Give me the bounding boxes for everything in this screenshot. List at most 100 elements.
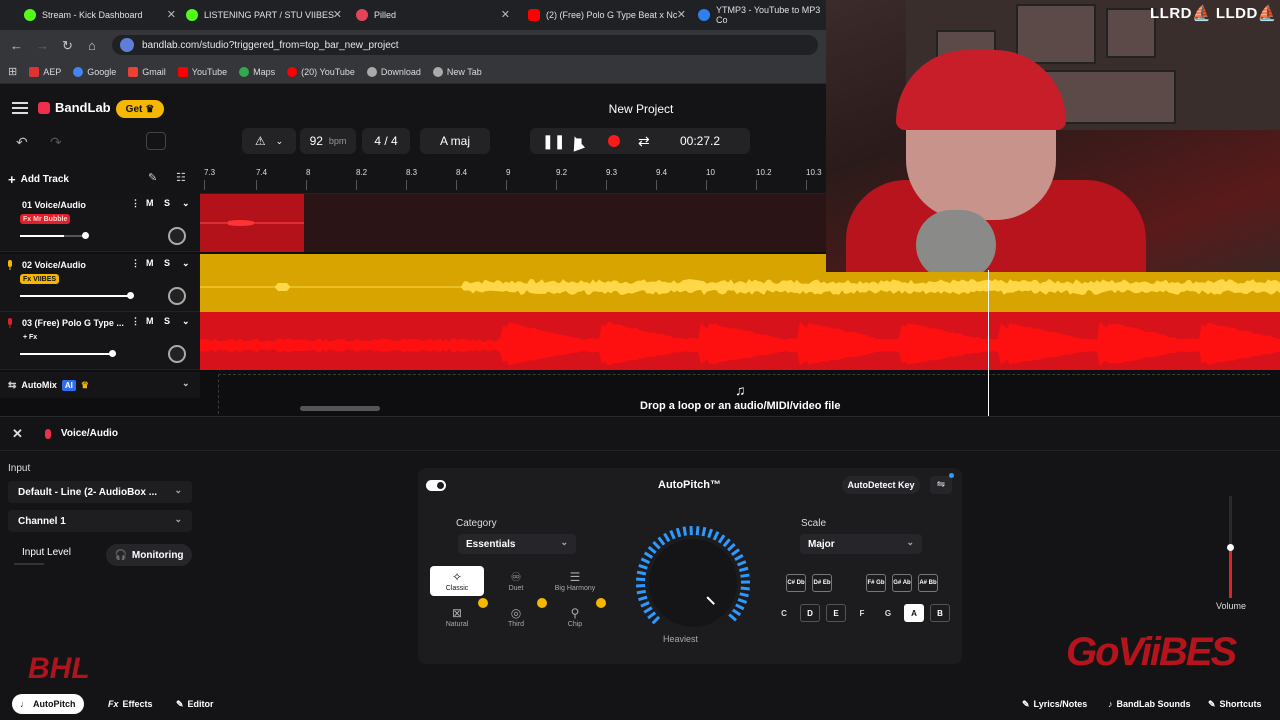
playhead[interactable] (988, 270, 989, 416)
monitoring-button[interactable]: 🎧 Monitoring (106, 544, 192, 566)
solo-button[interactable]: S (164, 258, 170, 268)
close-icon[interactable]: ✕ (12, 426, 23, 442)
autopitch-toggle[interactable] (426, 480, 446, 491)
back-icon[interactable]: ← (10, 38, 23, 53)
key-field[interactable]: A maj (420, 128, 490, 154)
sharp-key[interactable]: A# Bb (918, 574, 938, 592)
category-select[interactable]: Essentials ⌄ (458, 534, 576, 554)
shortcuts-button[interactable]: ✎ Shortcuts (1200, 694, 1270, 714)
url-field[interactable]: bandlab.com/studio?triggered_from=top_ba… (112, 35, 818, 55)
settings-sliders-icon[interactable]: ⇋ (930, 473, 954, 494)
autodetect-key-button[interactable]: AutoDetect Key (842, 476, 920, 494)
solo-button[interactable]: S (164, 316, 170, 326)
track-menu-icon[interactable]: ⋮ (131, 198, 140, 209)
reload-icon[interactable]: ↻ (62, 38, 73, 54)
mute-button[interactable]: M (146, 198, 154, 208)
bookmark[interactable]: Download (366, 66, 421, 77)
loop-icon[interactable]: ⇄ (638, 133, 650, 150)
close-tab-icon[interactable]: ✕ (677, 8, 686, 21)
input-device-select[interactable]: Default - Line (2- AudioBox ... ⌄ (8, 481, 192, 503)
preset-big-harmony[interactable]: ☰ Big Harmony (548, 566, 602, 596)
screen-icon[interactable] (146, 132, 166, 150)
add-fx-button[interactable]: + Fx (20, 332, 40, 342)
track-lane-3[interactable] (200, 312, 1280, 370)
preset-chip[interactable]: ⚲ Chip (548, 602, 602, 632)
lyrics-notes-button[interactable]: ✎ Lyrics/Notes (1014, 694, 1095, 714)
browser-tab[interactable]: Stream - Kick Dashboard ✕ (16, 4, 182, 26)
track-name[interactable]: 03 (Free) Polo G Type ... (22, 318, 124, 328)
close-tab-icon[interactable]: ✕ (333, 8, 342, 21)
time-signature-field[interactable]: 4 / 4 (362, 128, 410, 154)
pause-icon[interactable]: ❚❚ (542, 133, 565, 150)
mute-button[interactable]: M (146, 258, 154, 268)
track-header-1[interactable]: 01 Voice/Audio Fx Mr Bubble ⋮ M S ⌄ (0, 194, 200, 252)
site-info-icon[interactable] (120, 38, 134, 52)
bandlab-logo[interactable]: BandLab (38, 100, 111, 115)
note-key-a[interactable]: A (904, 604, 924, 622)
track-header-3[interactable]: 03 (Free) Polo G Type ... + Fx ⋮ M S ⌄ (0, 312, 200, 370)
track-volume-slider[interactable] (20, 292, 134, 299)
close-tab-icon[interactable]: ✕ (167, 8, 176, 21)
preset-classic[interactable]: ✧ Classic (430, 566, 484, 596)
volume-handle[interactable] (109, 350, 116, 357)
volume-handle[interactable] (1227, 544, 1234, 551)
horizontal-scrollbar[interactable] (300, 406, 380, 411)
sharp-key[interactable]: G# Ab (892, 574, 912, 592)
preset-duet[interactable]: ♾ Duet (489, 566, 543, 596)
undo-icon[interactable]: ↶ (16, 134, 28, 151)
mixer-icon[interactable]: ☷ (176, 171, 186, 184)
track-fx-badge[interactable]: Fx VIIBES (20, 274, 60, 284)
track-menu-icon[interactable]: ⋮ (131, 258, 140, 269)
note-key-f[interactable]: F (852, 604, 872, 622)
chevron-down-icon[interactable]: ⌄ (182, 198, 190, 209)
editor-tab[interactable]: ✎ Editor (168, 694, 222, 714)
bookmark[interactable]: New Tab (432, 66, 482, 77)
autopitch-tab[interactable]: ♩ AutoPitch (12, 694, 84, 714)
note-key-e[interactable]: E (826, 604, 846, 622)
metronome-button[interactable]: ⚠ ⌄ (242, 128, 296, 154)
bookmark[interactable]: (20) YouTube (287, 66, 355, 77)
track-name[interactable]: 02 Voice/Audio (22, 260, 86, 270)
browser-tab[interactable]: Pilled ✕ (348, 4, 516, 26)
record-icon[interactable] (608, 135, 620, 147)
channel-select[interactable]: Channel 1 ⌄ (8, 510, 192, 532)
mute-button[interactable]: M (146, 316, 154, 326)
chevron-down-icon[interactable]: ⌄ (182, 378, 190, 389)
add-track-button[interactable]: + Add Track (8, 170, 69, 188)
sharp-key[interactable]: D# Eb (812, 574, 832, 592)
chevron-down-icon[interactable]: ⌄ (182, 316, 190, 327)
get-membership-button[interactable]: Get ♛ (116, 100, 164, 118)
sharp-key[interactable]: F# Gb (866, 574, 886, 592)
volume-handle[interactable] (82, 232, 89, 239)
track-fx-badge[interactable]: Fx Mr Bubble (20, 214, 71, 224)
bookmark[interactable]: Google (73, 66, 116, 77)
note-key-b[interactable]: B (930, 604, 950, 622)
tuner-icon[interactable]: ✎ (148, 171, 157, 184)
note-key-c[interactable]: C (774, 604, 794, 622)
forward-icon[interactable]: → (36, 38, 49, 53)
timeline-ruler[interactable]: 7.3 7.4 8 8.2 8.3 8.4 9 9.2 9.3 9.4 10 10.2 10.3 (200, 164, 826, 194)
redo-icon[interactable]: ↷ (50, 134, 62, 151)
automix-row[interactable]: ⇆ AutoMix AI ♛ ⌄ (0, 372, 200, 398)
note-key-d[interactable]: D (800, 604, 820, 622)
track-volume-slider[interactable] (20, 232, 89, 239)
preset-natural[interactable]: ⊠ Natural (430, 602, 484, 632)
bookmark[interactable]: Maps (239, 66, 275, 77)
mic-armed-icon[interactable] (6, 260, 14, 270)
preset-third[interactable]: ◎ Third (489, 602, 543, 632)
menu-icon[interactable] (12, 102, 28, 114)
solo-button[interactable]: S (164, 198, 170, 208)
effects-tab[interactable]: Fx Effects (100, 694, 161, 714)
bandlab-sounds-button[interactable]: ♪ BandLab Sounds (1100, 694, 1199, 714)
track-header-2[interactable]: 02 Voice/Audio Fx VIIBES ⋮ M S ⌄ (0, 254, 200, 312)
volume-handle[interactable] (127, 292, 134, 299)
bookmark[interactable]: AEP (29, 66, 61, 77)
pan-knob[interactable] (168, 287, 186, 305)
browser-tab[interactable]: LISTENING PART / STU VIIBES ✕ (178, 4, 348, 26)
browser-tab[interactable]: (2) (Free) Polo G Type Beat x Nc ✕ (520, 4, 692, 26)
volume-slider[interactable] (1227, 496, 1234, 598)
pan-knob[interactable] (168, 227, 186, 245)
close-tab-icon[interactable]: ✕ (501, 8, 510, 21)
bookmark[interactable]: YouTube (177, 66, 227, 77)
tempo-field[interactable]: 92 bpm (300, 128, 356, 154)
